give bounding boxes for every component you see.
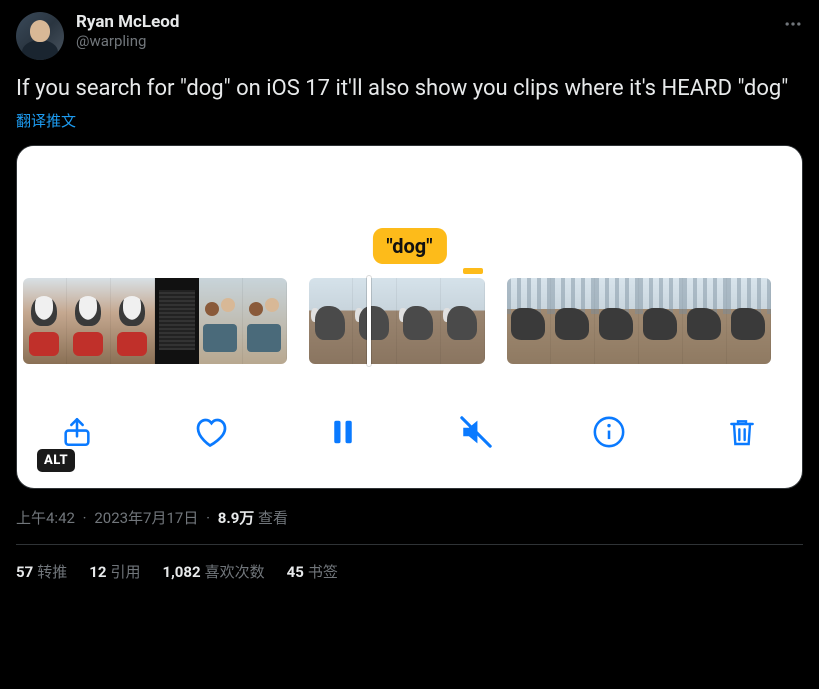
clip-thumbnail bbox=[595, 278, 639, 364]
views-label: 查看 bbox=[258, 509, 288, 527]
mute-icon[interactable] bbox=[454, 410, 498, 454]
video-timeline[interactable] bbox=[17, 276, 802, 366]
user-block[interactable]: Ryan McLeod @warpling bbox=[76, 12, 179, 50]
clip-thumbnail bbox=[507, 278, 551, 364]
clip-thumbnail bbox=[397, 278, 441, 364]
translate-link[interactable]: 翻译推文 bbox=[16, 110, 803, 131]
clip-thumbnail bbox=[111, 278, 155, 364]
quotes-stat[interactable]: 12引用 bbox=[89, 561, 140, 582]
clip-group[interactable] bbox=[23, 278, 287, 364]
clip-thumbnail bbox=[155, 278, 199, 364]
share-icon[interactable] bbox=[55, 410, 99, 454]
avatar[interactable] bbox=[16, 12, 64, 60]
views-count: 8.9万 bbox=[218, 509, 255, 527]
tweet-header: Ryan McLeod @warpling bbox=[16, 12, 803, 60]
clip-thumbnail bbox=[639, 278, 683, 364]
media-inner: "dog" bbox=[17, 146, 802, 488]
stats-row: 57转推 12引用 1,082喜欢次数 45书签 bbox=[16, 545, 803, 582]
media-top-area: "dog" bbox=[17, 146, 802, 276]
more-icon[interactable] bbox=[783, 14, 803, 34]
clip-thumbnail bbox=[551, 278, 595, 364]
bookmarks-stat[interactable]: 45书签 bbox=[287, 561, 338, 582]
likes-stat[interactable]: 1,082喜欢次数 bbox=[162, 561, 264, 582]
tweet-text: If you search for "dog" on iOS 17 it'll … bbox=[16, 74, 803, 104]
alt-badge[interactable]: ALT bbox=[37, 449, 75, 472]
tweet-meta: 上午4:42 · 2023年7月17日 · 8.9万 查看 bbox=[16, 507, 803, 528]
clip-thumbnail bbox=[683, 278, 727, 364]
clip-group[interactable] bbox=[507, 278, 771, 364]
clip-group[interactable] bbox=[309, 278, 485, 364]
tweet-time[interactable]: 上午4:42 bbox=[16, 509, 75, 527]
playhead[interactable] bbox=[367, 276, 371, 366]
trash-icon[interactable] bbox=[720, 410, 764, 454]
retweets-stat[interactable]: 57转推 bbox=[16, 561, 67, 582]
tweet-container: Ryan McLeod @warpling If you search for … bbox=[0, 0, 819, 594]
heart-icon[interactable] bbox=[188, 410, 232, 454]
pause-icon[interactable] bbox=[321, 410, 365, 454]
clip-thumbnail bbox=[67, 278, 111, 364]
tweet-date[interactable]: 2023年7月17日 bbox=[94, 509, 198, 527]
display-name: Ryan McLeod bbox=[76, 12, 179, 32]
clip-thumbnail bbox=[727, 278, 771, 364]
user-handle: @warpling bbox=[76, 32, 179, 50]
clip-thumbnail bbox=[441, 278, 485, 364]
clip-thumbnail bbox=[199, 278, 243, 364]
media-toolbar bbox=[17, 366, 802, 488]
media-card[interactable]: "dog" bbox=[16, 145, 803, 489]
clip-thumbnail bbox=[23, 278, 67, 364]
info-icon[interactable] bbox=[587, 410, 631, 454]
caption-tag: "dog" bbox=[372, 228, 446, 264]
caption-tag-marker bbox=[463, 268, 483, 274]
clip-thumbnail bbox=[309, 278, 353, 364]
clip-thumbnail bbox=[243, 278, 287, 364]
clip-thumbnail bbox=[353, 278, 397, 364]
